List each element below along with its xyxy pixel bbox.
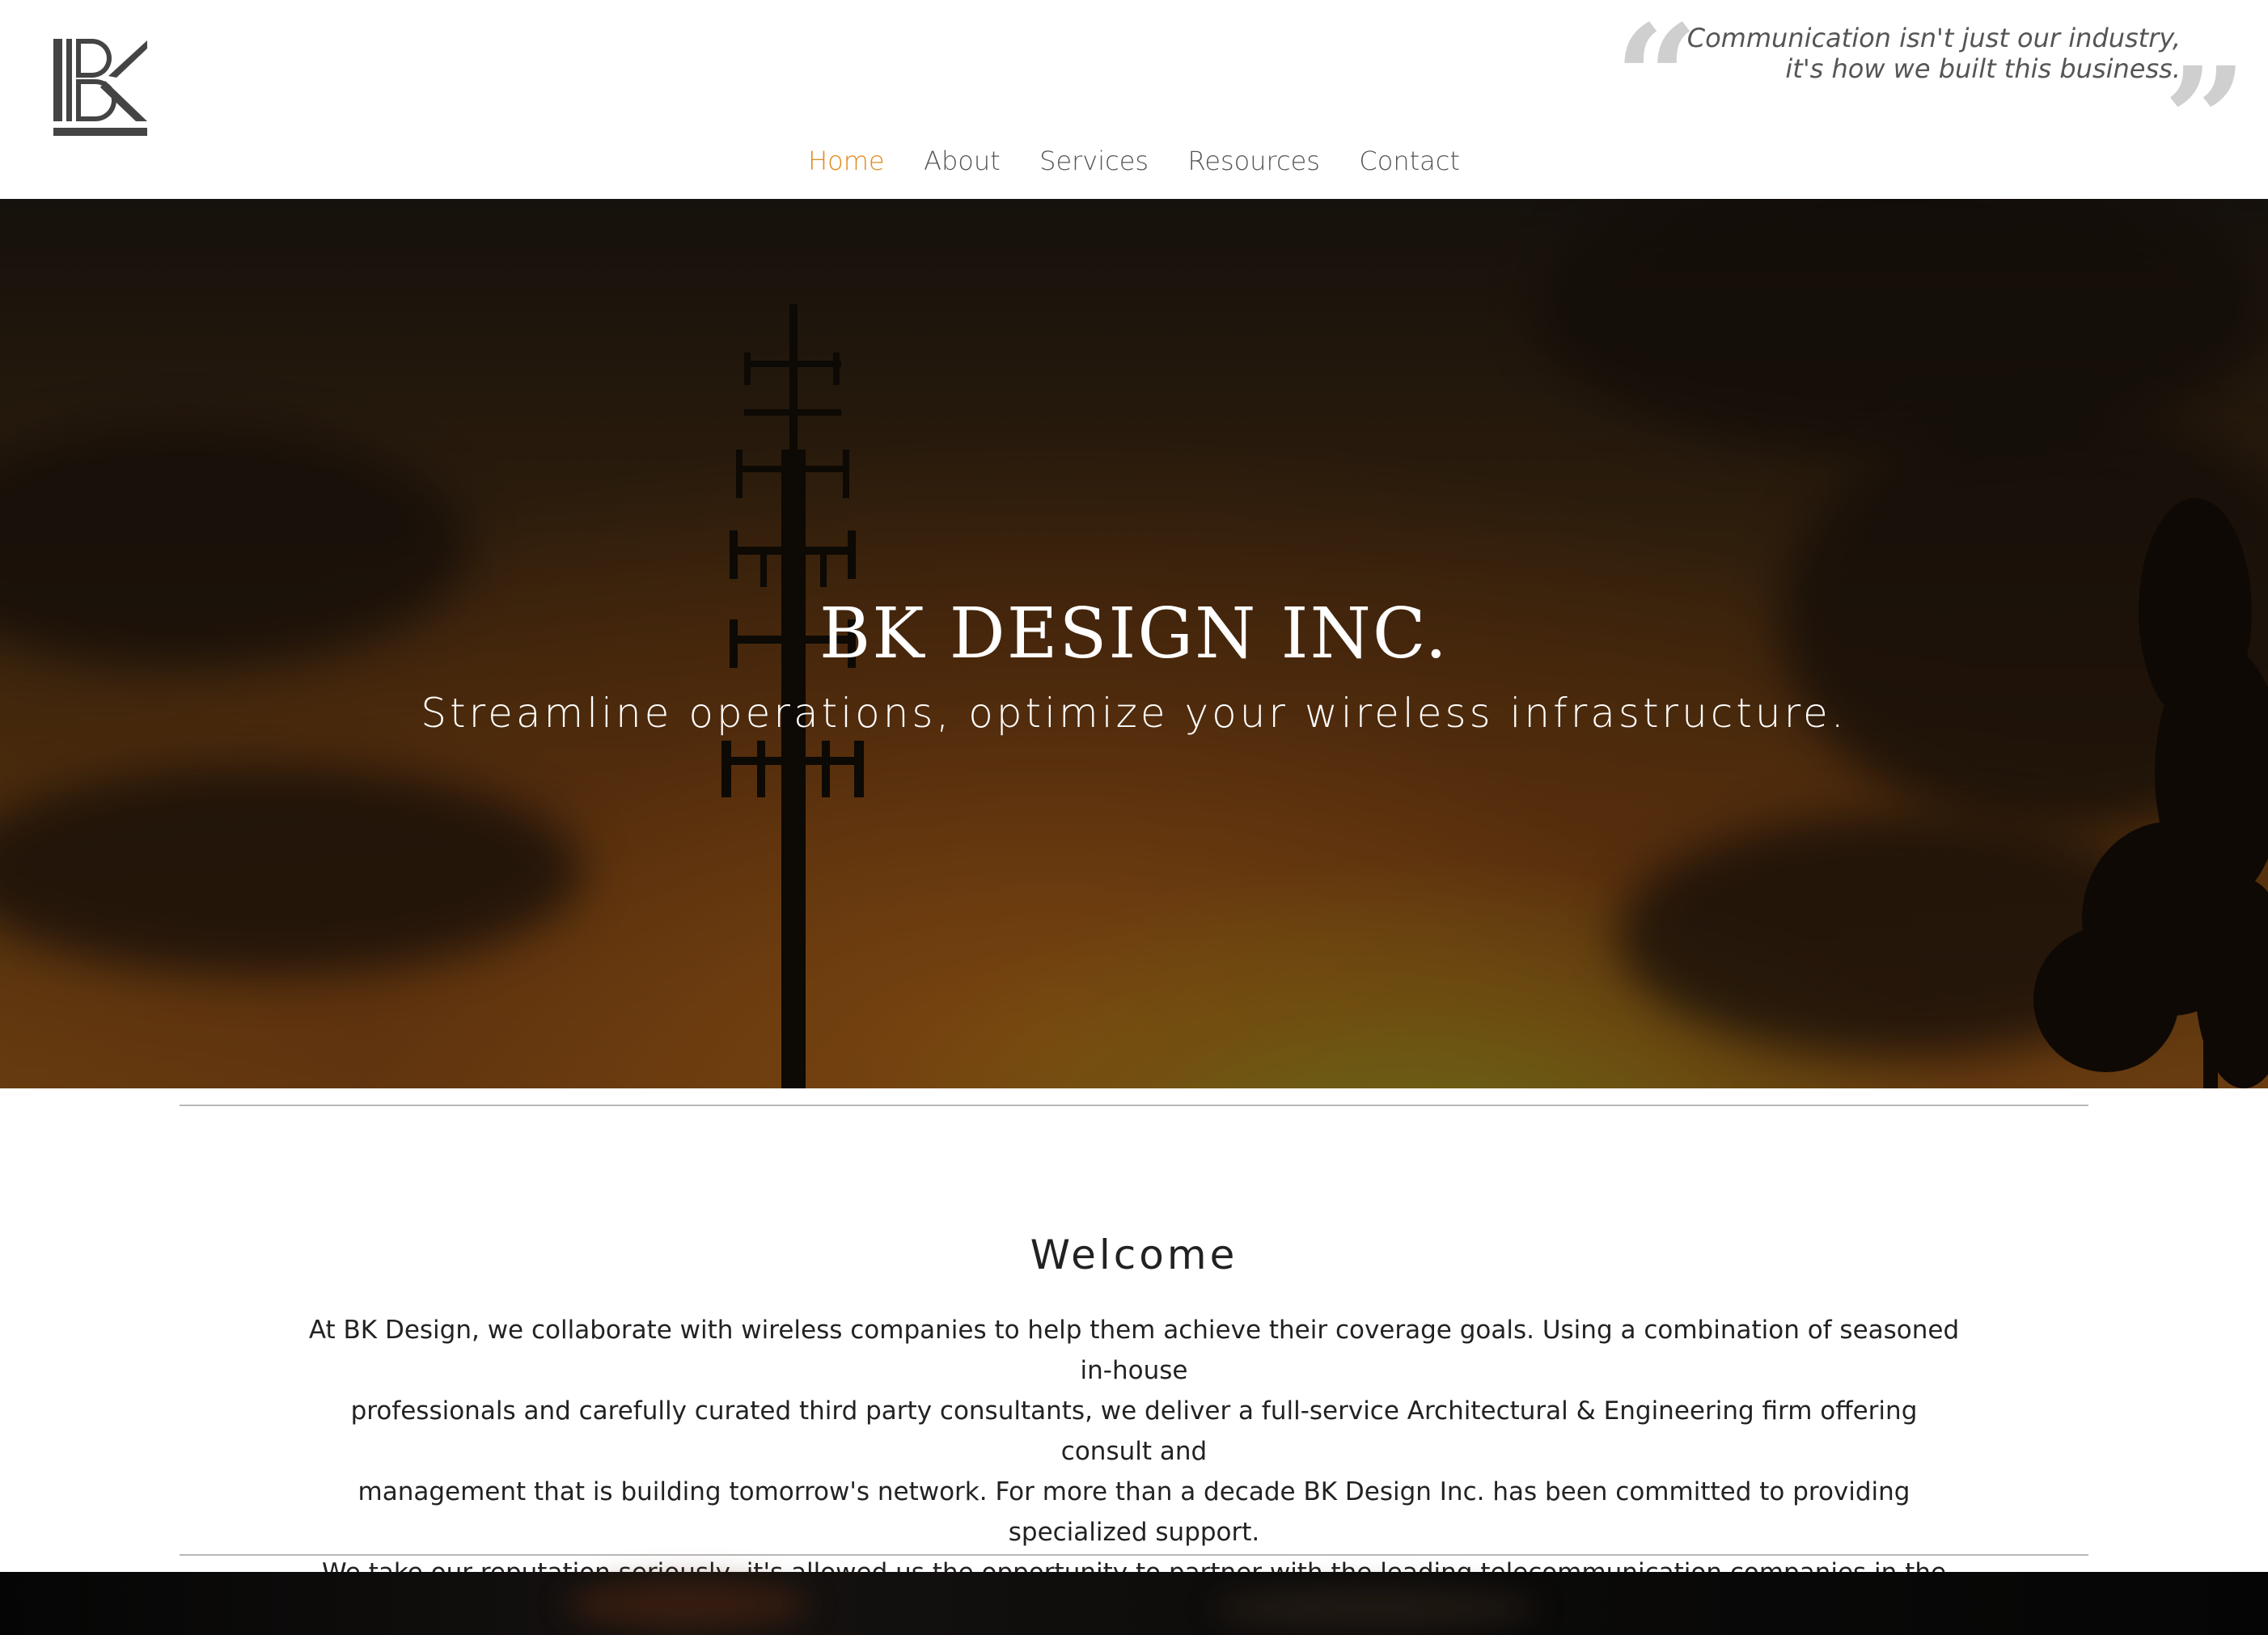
welcome-line: professionals and carefully curated thir… [350, 1396, 1918, 1466]
nav-item-services[interactable]: Services [1039, 141, 1149, 181]
tagline-quote: “ Communication isn't just our industry,… [1614, 6, 2247, 194]
nav-item-home[interactable]: Home [808, 141, 885, 181]
background-blob [1213, 1588, 1537, 1629]
tagline-line-2: it's how we built this business. [1785, 53, 2181, 84]
nav-item-contact[interactable]: Contact [1359, 141, 1460, 181]
main-nav: Home About Services Resources Contact [0, 141, 2268, 181]
tagline-text: Communication isn't just our industry, i… [1687, 23, 2181, 84]
open-quote-icon: “ [1614, 0, 1699, 164]
site-header: “ Communication isn't just our industry,… [0, 0, 2268, 199]
next-section-banner [0, 1572, 2268, 1635]
nav-item-resources[interactable]: Resources [1188, 141, 1320, 181]
bk-logo-icon[interactable] [52, 39, 149, 139]
background-blob [566, 1580, 809, 1629]
hero-banner: BK DESIGN INC. Streamline operations, op… [0, 199, 2268, 1088]
welcome-line: management that is building tomorrow's n… [358, 1477, 1910, 1547]
nav-item-about[interactable]: About [924, 141, 1001, 181]
divider-top [180, 1105, 2088, 1106]
divider-bottom [180, 1554, 2088, 1556]
hero-title: BK DESIGN INC. [819, 593, 1449, 674]
welcome-line: At BK Design, we collaborate with wirele… [308, 1316, 1960, 1385]
welcome-heading: Welcome [1030, 1231, 1238, 1278]
tagline-line-1: Communication isn't just our industry, [1686, 23, 2181, 53]
hero-subtitle: Streamline operations, optimize your wir… [421, 690, 1847, 737]
